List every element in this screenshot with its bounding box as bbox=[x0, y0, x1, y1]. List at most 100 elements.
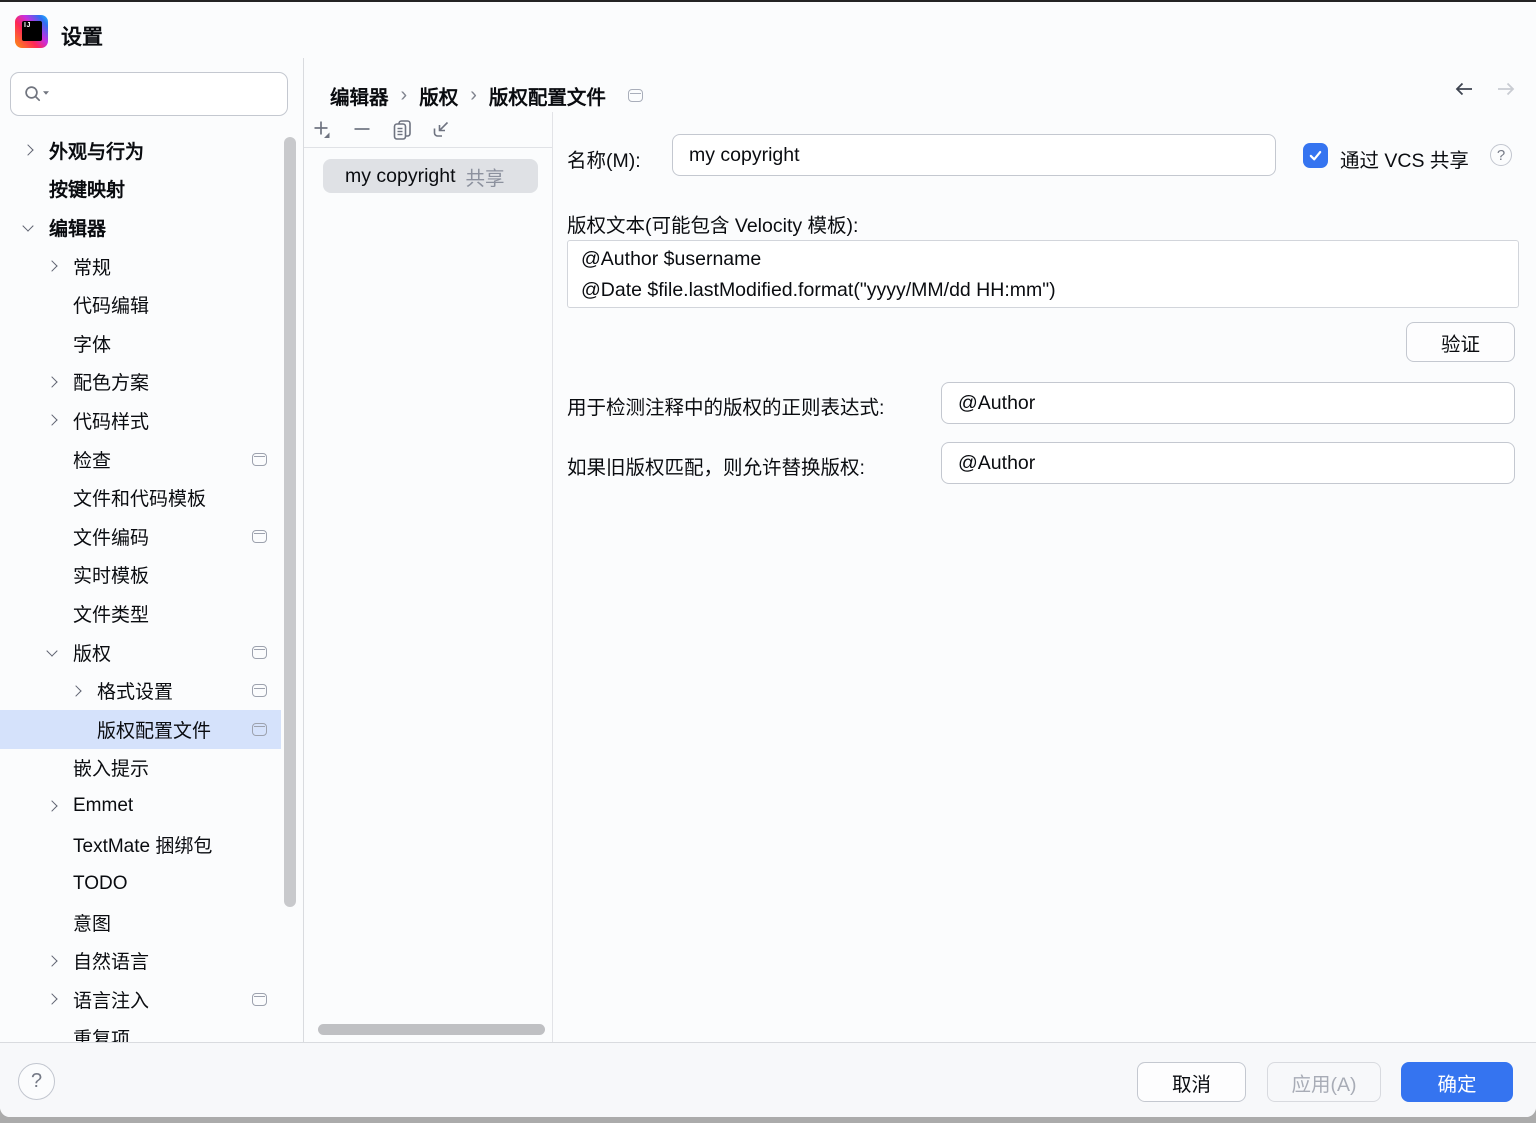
chevron-right-icon[interactable] bbox=[70, 687, 97, 695]
sidebar-tree-item[interactable]: 按键映射 bbox=[0, 170, 281, 209]
profiles-horizontal-scrollbar[interactable] bbox=[318, 1024, 545, 1035]
sidebar-item-label: 重复项 bbox=[73, 1024, 130, 1042]
breadcrumb-item-copyright[interactable]: 版权 bbox=[419, 81, 458, 110]
sidebar-tree-item[interactable]: 嵌入提示 bbox=[0, 749, 281, 788]
share-vcs-label: 通过 VCS 共享 bbox=[1340, 144, 1469, 173]
check-icon bbox=[1307, 147, 1324, 164]
copyright-line: @Author $username bbox=[581, 244, 1505, 275]
sidebar-tree-item[interactable]: 检查 bbox=[0, 440, 281, 479]
chevron-right-icon bbox=[458, 84, 489, 107]
sidebar-tree-item[interactable]: 编辑器 bbox=[0, 208, 281, 247]
apply-button[interactable]: 应用(A) bbox=[1267, 1062, 1381, 1102]
back-arrow-button[interactable] bbox=[1452, 78, 1476, 100]
import-profile-button[interactable] bbox=[430, 117, 454, 143]
sidebar-item-label: 代码编辑 bbox=[73, 291, 149, 318]
duplicate-profile-button[interactable] bbox=[390, 117, 414, 143]
sidebar-item-label: TODO bbox=[73, 873, 128, 895]
chevron-down-icon[interactable] bbox=[22, 225, 49, 230]
sidebar-item-label: 按键映射 bbox=[49, 175, 125, 202]
sidebar-tree-item[interactable]: 意图 bbox=[0, 903, 281, 942]
breadcrumb-item-editor[interactable]: 编辑器 bbox=[330, 81, 389, 110]
settings-search-input[interactable] bbox=[10, 72, 288, 116]
sidebar-item-label: 嵌入提示 bbox=[73, 754, 149, 781]
replace-regex-label: 如果旧版权匹配，则允许替换版权: bbox=[567, 451, 865, 480]
sidebar-item-label: 版权 bbox=[73, 639, 111, 666]
sidebar-tree-item[interactable]: 字体 bbox=[0, 324, 281, 363]
modified-indicator-icon bbox=[252, 530, 267, 543]
modified-indicator-icon bbox=[628, 89, 643, 102]
replace-regex-field[interactable] bbox=[941, 442, 1515, 484]
sidebar-item-label: 代码样式 bbox=[73, 407, 149, 434]
forward-arrow-button[interactable] bbox=[1494, 78, 1518, 100]
sidebar-item-label: 实时模板 bbox=[73, 561, 149, 588]
breadcrumb-item-copyright-profiles[interactable]: 版权配置文件 bbox=[489, 81, 606, 110]
sidebar-item-label: 文件编码 bbox=[73, 523, 149, 550]
chevron-right-icon[interactable] bbox=[46, 995, 73, 1003]
remove-profile-button[interactable] bbox=[350, 117, 374, 143]
ok-button[interactable]: 确定 bbox=[1401, 1062, 1513, 1102]
sidebar-tree-item[interactable]: 外观与行为 bbox=[0, 131, 281, 170]
dialog-footer: ? 取消 应用(A) 确定 bbox=[0, 1042, 1536, 1117]
sidebar-tree-item[interactable]: 文件和代码模板 bbox=[0, 478, 281, 517]
modified-indicator-icon bbox=[252, 723, 267, 736]
name-field[interactable] bbox=[672, 134, 1276, 176]
sidebar-tree-item[interactable]: TextMate 捆绑包 bbox=[0, 826, 281, 865]
sidebar-tree-item[interactable]: 文件类型 bbox=[0, 594, 281, 633]
sidebar-tree-item[interactable]: 常规 bbox=[0, 247, 281, 286]
sidebar-item-label: 版权配置文件 bbox=[97, 716, 211, 743]
modified-indicator-icon bbox=[252, 453, 267, 466]
sidebar-item-label: 常规 bbox=[73, 253, 111, 280]
sidebar-divider bbox=[303, 58, 304, 1042]
validate-button[interactable]: 验证 bbox=[1406, 322, 1515, 362]
sidebar-tree-item[interactable]: 版权 bbox=[0, 633, 281, 672]
search-icon bbox=[23, 84, 53, 104]
sidebar-tree-item[interactable]: TODO bbox=[0, 864, 281, 903]
sidebar-item-label: Emmet bbox=[73, 795, 133, 817]
chevron-right-icon[interactable] bbox=[22, 146, 49, 154]
sidebar-tree-item[interactable]: 配色方案 bbox=[0, 363, 281, 402]
sidebar-item-label: 文件和代码模板 bbox=[73, 484, 206, 511]
breadcrumb: 编辑器 版权 版权配置文件 bbox=[330, 81, 643, 110]
share-vcs-checkbox[interactable] bbox=[1303, 143, 1328, 168]
sidebar-tree-item[interactable]: 格式设置 bbox=[0, 671, 281, 710]
sidebar-item-label: 检查 bbox=[73, 446, 111, 473]
sidebar-item-label: 外观与行为 bbox=[49, 137, 144, 164]
chevron-right-icon[interactable] bbox=[46, 262, 73, 270]
sidebar-tree-item[interactable]: 重复项 bbox=[0, 1019, 281, 1042]
modified-indicator-icon bbox=[252, 646, 267, 659]
sidebar-tree-item[interactable]: 语言注入 bbox=[0, 980, 281, 1019]
sidebar-item-label: 自然语言 bbox=[73, 947, 149, 974]
profile-name: my copyright bbox=[345, 165, 456, 188]
sidebar-tree-item[interactable]: Emmet bbox=[0, 787, 281, 826]
chevron-right-icon[interactable] bbox=[46, 802, 73, 810]
sidebar-item-label: 文件类型 bbox=[73, 600, 149, 627]
sidebar-scrollbar[interactable] bbox=[284, 137, 296, 907]
sidebar-tree-item[interactable]: 自然语言 bbox=[0, 941, 281, 980]
sidebar-tree-item[interactable]: 实时模板 bbox=[0, 556, 281, 595]
sidebar-tree-item[interactable]: 代码样式 bbox=[0, 401, 281, 440]
add-profile-button[interactable] bbox=[310, 117, 334, 143]
help-button[interactable]: ? bbox=[18, 1063, 55, 1100]
cancel-button[interactable]: 取消 bbox=[1137, 1062, 1246, 1102]
name-label: 名称(M): bbox=[567, 144, 641, 173]
sidebar-item-label: 配色方案 bbox=[73, 368, 149, 395]
sidebar-item-label: TextMate 捆绑包 bbox=[73, 831, 212, 858]
profiles-toolbar bbox=[310, 117, 454, 143]
titlebar: IJ 设置 bbox=[0, 2, 1536, 58]
intellij-idea-logo-icon: IJ bbox=[15, 15, 48, 48]
modified-indicator-icon bbox=[252, 993, 267, 1006]
copyright-text-area[interactable]: @Author $username @Date $file.lastModifi… bbox=[567, 240, 1519, 308]
dropdown-caret-icon bbox=[324, 133, 330, 139]
profile-list-item[interactable]: my copyright 共享 bbox=[323, 159, 538, 193]
chevron-right-icon[interactable] bbox=[46, 378, 73, 386]
sidebar-tree-item[interactable]: 文件编码 bbox=[0, 517, 281, 556]
detect-regex-field[interactable] bbox=[941, 382, 1515, 424]
chevron-down-icon[interactable] bbox=[46, 650, 73, 655]
chevron-right-icon[interactable] bbox=[46, 957, 73, 965]
chevron-down-icon bbox=[43, 91, 49, 95]
chevron-right-icon[interactable] bbox=[46, 416, 73, 424]
copyright-text-label: 版权文本(可能包含 Velocity 模板): bbox=[567, 209, 858, 238]
sidebar-tree-item[interactable]: 代码编辑 bbox=[0, 285, 281, 324]
sidebar-tree-item[interactable]: 版权配置文件 bbox=[0, 710, 281, 749]
vcs-help-icon[interactable]: ? bbox=[1490, 144, 1512, 166]
